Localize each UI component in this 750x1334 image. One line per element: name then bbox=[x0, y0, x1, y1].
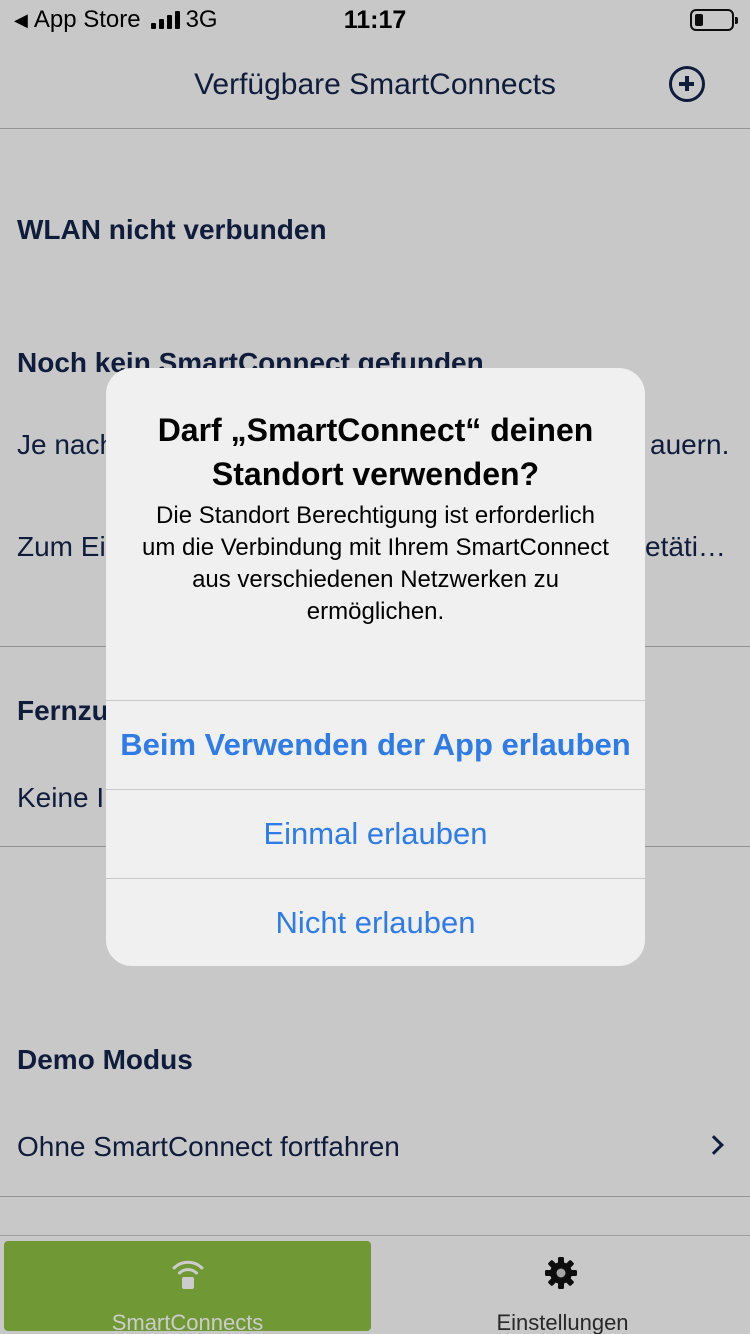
alert-title: Darf „SmartConnect“ deinen Standort verw… bbox=[157, 412, 594, 492]
dont-allow-button[interactable]: Nicht erlauben bbox=[106, 878, 645, 966]
allow-once-button[interactable]: Einmal erlauben bbox=[106, 789, 645, 877]
location-permission-alert: Darf „SmartConnect“ deinen Standort verw… bbox=[106, 368, 645, 966]
alert-message: Die Standort Berechtigung ist erforderli… bbox=[142, 502, 609, 625]
allow-while-using-button[interactable]: Beim Verwenden der App erlauben bbox=[106, 700, 645, 788]
